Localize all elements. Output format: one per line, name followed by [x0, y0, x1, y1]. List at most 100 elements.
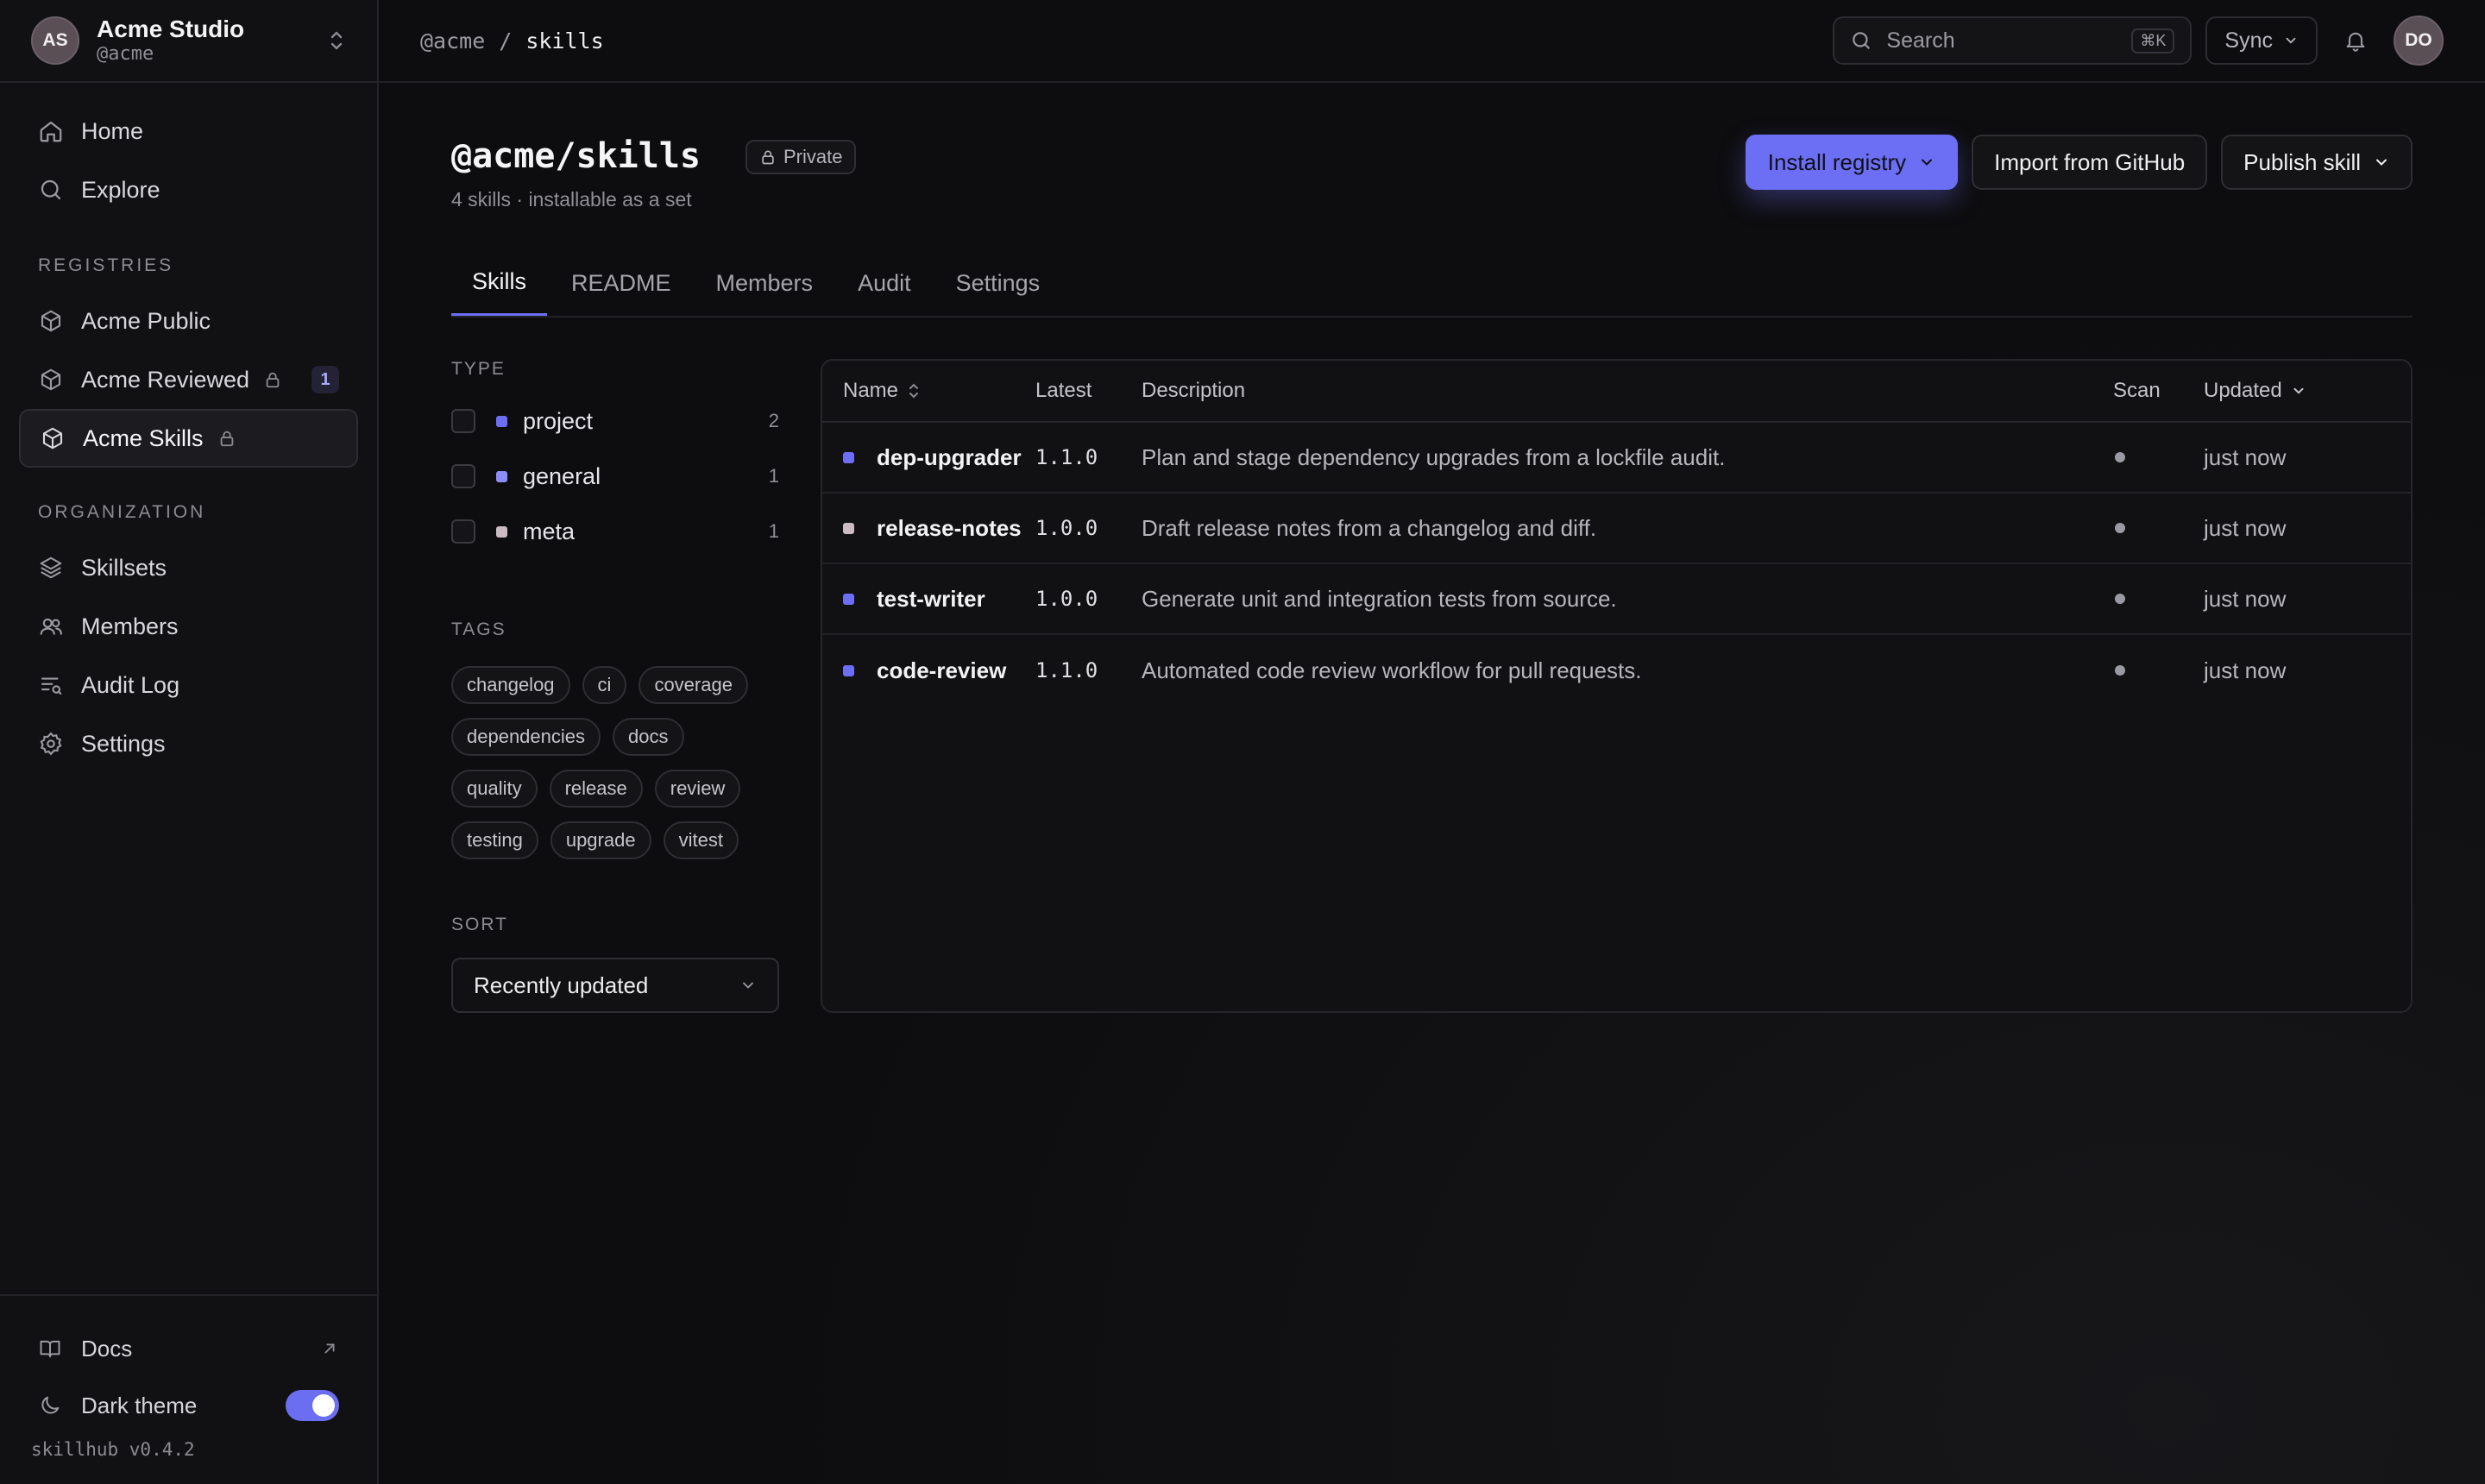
tab-audit[interactable]: Audit — [837, 250, 932, 316]
sidebar-item-home[interactable]: Home — [19, 102, 358, 160]
skill-name[interactable]: test-writer — [877, 586, 985, 613]
skills-table: Name Latest Description Scan Updated dep… — [821, 359, 2413, 1013]
sort-icon — [907, 381, 921, 400]
type-color-dot — [843, 593, 854, 605]
org-avatar: AS — [31, 16, 79, 65]
skill-description: Generate unit and integration tests from… — [1142, 585, 1617, 612]
tag-chip[interactable]: testing — [451, 821, 538, 859]
install-registry-button[interactable]: Install registry — [1745, 135, 1959, 190]
skill-updated: just now — [2204, 657, 2287, 683]
scan-status-dot — [2115, 523, 2125, 533]
tag-chip[interactable]: changelog — [451, 666, 570, 704]
search-input[interactable]: Search ⌘K — [1833, 16, 2192, 65]
dark-theme-toggle[interactable] — [286, 1390, 339, 1421]
tab-members[interactable]: Members — [695, 250, 834, 316]
updated-column-header[interactable]: Updated — [2204, 379, 2411, 403]
description-column-header: Description — [1142, 379, 1246, 402]
type-filter-project[interactable]: project 2 — [451, 393, 779, 449]
publish-skill-button[interactable]: Publish skill — [2221, 135, 2413, 190]
type-color-dot — [496, 525, 507, 538]
dark-theme-label: Dark theme — [81, 1392, 198, 1418]
bell-icon[interactable] — [2331, 16, 2380, 65]
table-row[interactable]: test-writer 1.0.0 Generate unit and inte… — [822, 564, 2411, 635]
name-header-label: Name — [843, 379, 899, 402]
skill-name[interactable]: code-review — [877, 657, 1006, 684]
sidebar-footer: Docs Dark theme skillhub v0.4.2 — [0, 1294, 377, 1484]
tab-readme[interactable]: README — [550, 250, 692, 316]
tag-chip[interactable]: ci — [582, 666, 627, 704]
type-checkbox[interactable] — [451, 519, 475, 544]
sidebar-item-acme-reviewed[interactable]: Acme Reviewed 1 — [19, 350, 358, 409]
sidebar-item-label: Acme Public — [81, 307, 211, 334]
scan-status-dot — [2115, 594, 2125, 604]
sort-label: SORT — [451, 915, 508, 934]
type-filter-label: TYPE — [451, 359, 506, 379]
tag-chip[interactable]: vitest — [663, 821, 739, 859]
sidebar-item-label: Explore — [81, 176, 160, 203]
tag-chip[interactable]: dependencies — [451, 718, 601, 756]
skill-description: Plan and stage dependency upgrades from … — [1142, 443, 1726, 470]
latest-column-header: Latest — [1035, 379, 1092, 402]
lock-icon — [217, 429, 236, 448]
sidebar-item-skillsets[interactable]: Skillsets — [19, 538, 358, 597]
search-icon — [1850, 29, 1872, 52]
name-column-header[interactable]: Name — [822, 379, 1035, 403]
package-icon — [40, 425, 66, 451]
tab-settings[interactable]: Settings — [935, 250, 1061, 316]
skill-updated: just now — [2204, 514, 2287, 541]
tags-filter-label: TAGS — [451, 619, 506, 639]
table-row[interactable]: code-review 1.1.0 Automated code review … — [822, 635, 2411, 706]
home-icon — [38, 118, 64, 144]
search-placeholder: Search — [1886, 28, 1955, 53]
sidebar-item-settings[interactable]: Settings — [19, 714, 358, 773]
sidebar-item-acme-skills[interactable]: Acme Skills — [19, 409, 358, 468]
breadcrumb: @acme / skills — [420, 28, 604, 53]
chevron-down-icon — [2283, 33, 2299, 48]
type-checkbox[interactable] — [451, 464, 475, 488]
skill-name[interactable]: dep-upgrader — [877, 444, 1022, 471]
breadcrumb-org[interactable]: @acme — [420, 28, 485, 53]
tag-chip[interactable]: release — [549, 770, 643, 808]
chevron-down-icon — [1918, 154, 1935, 171]
skill-updated: just now — [2204, 443, 2287, 470]
type-color-dot — [843, 522, 854, 534]
external-link-icon — [320, 1339, 339, 1358]
sidebar-item-label: Acme Skills — [83, 424, 204, 451]
table-row[interactable]: dep-upgrader 1.1.0 Plan and stage depend… — [822, 423, 2411, 494]
import-from-github-button[interactable]: Import from GitHub — [1972, 135, 2208, 190]
search-icon — [38, 177, 64, 203]
org-switcher[interactable]: AS Acme Studio @acme — [0, 0, 377, 83]
tag-chip[interactable]: upgrade — [550, 821, 651, 859]
sidebar-item-explore[interactable]: Explore — [19, 160, 358, 219]
type-color-dot — [843, 451, 854, 463]
skill-name[interactable]: release-notes — [877, 515, 1022, 542]
sidebar-item-members[interactable]: Members — [19, 597, 358, 656]
docs-link[interactable]: Docs — [0, 1320, 377, 1377]
sidebar-item-label: Audit Log — [81, 671, 180, 698]
skill-version: 1.1.0 — [1035, 658, 1098, 682]
tab-skills[interactable]: Skills — [451, 250, 548, 316]
sidebar-item-acme-public[interactable]: Acme Public — [19, 292, 358, 350]
tag-chip[interactable]: review — [654, 770, 741, 808]
toggle-knob — [312, 1394, 335, 1417]
user-avatar[interactable]: DO — [2394, 16, 2444, 66]
sync-button[interactable]: Sync — [2205, 16, 2318, 65]
type-filter-general[interactable]: general 1 — [451, 449, 779, 504]
lock-icon — [759, 148, 777, 166]
type-count: 1 — [768, 465, 779, 487]
sort-select[interactable]: Recently updated — [451, 958, 779, 1013]
type-filter-meta[interactable]: meta 1 — [451, 504, 779, 559]
registries-section-label: REGISTRIES — [38, 255, 174, 275]
sidebar-item-label: Skillsets — [81, 554, 167, 581]
search-shortcut: ⌘K — [2131, 28, 2175, 53]
tag-chip[interactable]: coverage — [639, 666, 748, 704]
topbar: @acme / skills Search ⌘K Sync DO — [379, 0, 2485, 83]
tag-chip[interactable]: docs — [613, 718, 684, 756]
sidebar-item-audit-log[interactable]: Audit Log — [19, 656, 358, 714]
type-count: 1 — [768, 520, 779, 542]
table-row[interactable]: release-notes 1.0.0 Draft release notes … — [822, 494, 2411, 564]
tag-list: changelog ci coverage dependencies docs … — [451, 666, 779, 859]
layers-icon — [38, 555, 64, 581]
type-checkbox[interactable] — [451, 409, 475, 433]
tag-chip[interactable]: quality — [451, 770, 538, 808]
